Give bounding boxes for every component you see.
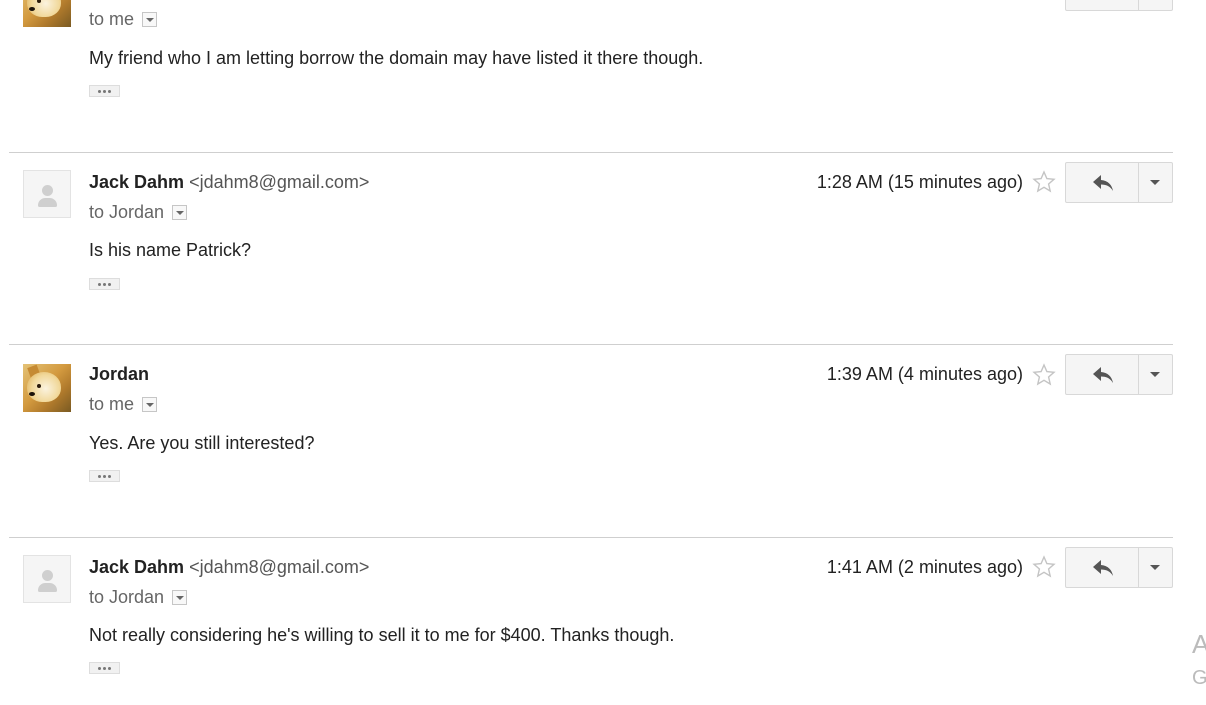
recipient-line: to me bbox=[89, 9, 158, 30]
sender-line: Jack Dahm <jdahm8@gmail.com> bbox=[89, 557, 369, 578]
show-details-dropdown-icon[interactable] bbox=[172, 205, 188, 220]
more-options-button[interactable] bbox=[1139, 354, 1173, 395]
message-body: Is his name Patrick? bbox=[89, 240, 252, 260]
message-divider bbox=[9, 344, 1173, 345]
recipient-text: to me bbox=[89, 394, 135, 414]
recipient-line: to Jordan bbox=[89, 202, 188, 223]
more-options-button[interactable] bbox=[1139, 162, 1173, 203]
sender-avatar[interactable] bbox=[23, 364, 71, 412]
sender-line: Jack Dahm <jdahm8@gmail.com> bbox=[89, 172, 369, 193]
show-details-dropdown-icon[interactable] bbox=[142, 12, 158, 27]
cutoff-text-fragment: A bbox=[1192, 629, 1206, 659]
recipient-text: to Jordan bbox=[89, 202, 165, 222]
sender-name[interactable]: Jordan bbox=[89, 364, 149, 384]
message-timestamp[interactable]: 1:39 AM (4 minutes ago) bbox=[827, 364, 1023, 385]
reply-button[interactable] bbox=[1065, 0, 1139, 11]
recipient-line: to Jordan bbox=[89, 587, 188, 608]
sender-name[interactable]: Jack Dahm bbox=[89, 172, 184, 192]
show-details-dropdown-icon[interactable] bbox=[172, 590, 188, 605]
star-icon[interactable] bbox=[1032, 363, 1056, 387]
show-trimmed-content-button[interactable] bbox=[89, 85, 120, 97]
message-divider bbox=[9, 537, 1173, 538]
more-options-button[interactable] bbox=[1139, 547, 1173, 588]
reply-button[interactable] bbox=[1065, 547, 1139, 588]
show-trimmed-content-button[interactable] bbox=[89, 470, 120, 482]
reply-arrow-icon bbox=[1093, 175, 1113, 191]
show-details-dropdown-icon[interactable] bbox=[142, 397, 158, 412]
message-divider bbox=[9, 152, 1173, 153]
message-timestamp[interactable]: 1:41 AM (2 minutes ago) bbox=[827, 557, 1023, 578]
sender-email: <jdahm8@gmail.com> bbox=[189, 557, 370, 577]
reply-button[interactable] bbox=[1065, 354, 1139, 395]
sender-email: <jdahm8@gmail.com> bbox=[189, 172, 370, 192]
reply-arrow-icon bbox=[1093, 560, 1113, 576]
message-body: Not really considering he's willing to s… bbox=[89, 625, 675, 645]
message-body: Yes. Are you still interested? bbox=[89, 433, 315, 453]
reply-arrow-icon bbox=[1093, 367, 1113, 383]
sender-avatar[interactable] bbox=[23, 0, 71, 27]
reply-button[interactable] bbox=[1065, 162, 1139, 203]
cutoff-text-fragment: G bbox=[1192, 667, 1206, 689]
sender-line: Jordan bbox=[89, 364, 149, 385]
sender-name[interactable]: Jack Dahm bbox=[89, 557, 184, 577]
recipient-text: to me bbox=[89, 9, 135, 29]
sender-avatar[interactable] bbox=[23, 170, 71, 218]
message-body: My friend who I am letting borrow the do… bbox=[89, 48, 704, 68]
recipient-line: to me bbox=[89, 394, 158, 415]
sender-avatar[interactable] bbox=[23, 555, 71, 603]
show-trimmed-content-button[interactable] bbox=[89, 278, 120, 290]
star-icon[interactable] bbox=[1032, 170, 1056, 194]
star-icon[interactable] bbox=[1032, 555, 1056, 579]
recipient-text: to Jordan bbox=[89, 587, 165, 607]
email-thread: to me My friend who I am letting borrow … bbox=[0, 0, 1206, 705]
more-options-button[interactable] bbox=[1139, 0, 1173, 11]
show-trimmed-content-button[interactable] bbox=[89, 662, 120, 674]
message-timestamp[interactable]: 1:28 AM (15 minutes ago) bbox=[817, 172, 1023, 193]
